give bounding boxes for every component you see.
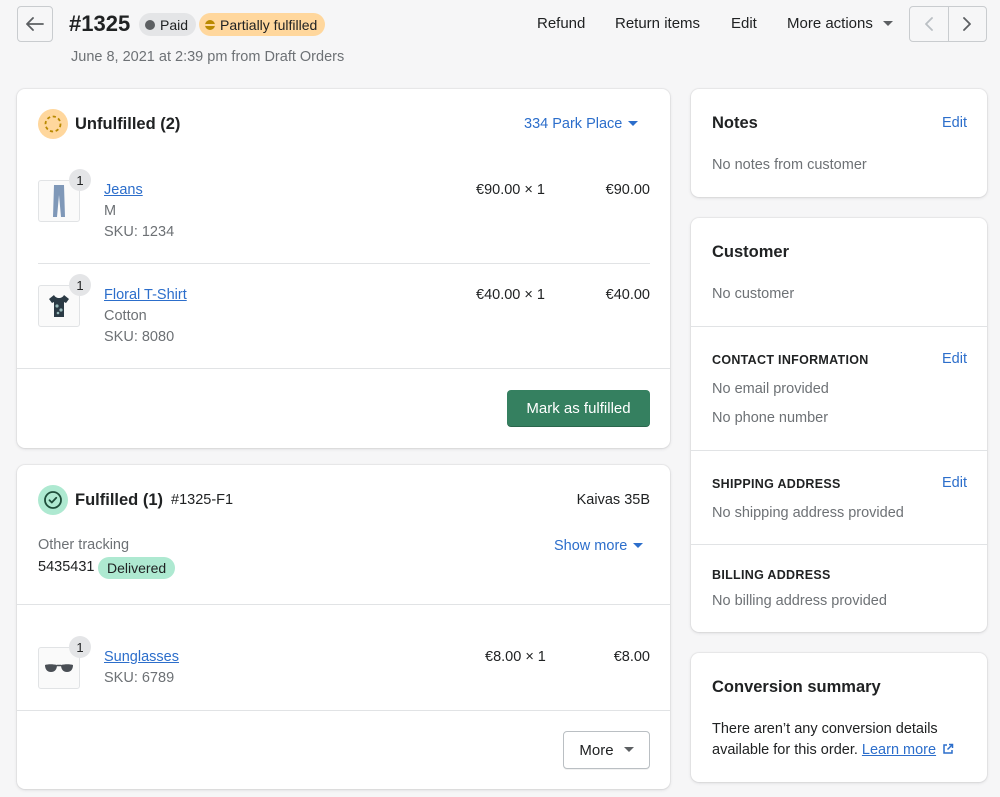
customer-card: Customer No customer CONTACT INFORMATION… [691,218,987,632]
edit-shipping-address-button[interactable]: Edit [942,475,967,491]
quantity-badge: 1 [69,274,91,296]
fulfillment-status-label: Partially fulfilled [220,16,318,33]
page-header: #1325 Paid Partially fulfilled June 8, 2… [0,0,1000,80]
arrow-left-icon [26,17,44,31]
fulfilled-card: Fulfilled (1) #1325-F1 Kaivas 35B Other … [17,465,670,789]
customer-title: Customer [712,243,790,261]
unfulfilled-title: Unfulfilled (2) [75,115,181,133]
more-actions-button[interactable]: More actions [787,15,893,32]
product-variant: Cotton [104,308,147,324]
unfulfilled-icon [38,109,68,139]
order-pagination [909,6,987,42]
mark-as-fulfilled-button[interactable]: Mark as fulfilled [507,390,650,427]
tracking-number[interactable]: 5435431 [38,559,94,575]
previous-order-button[interactable] [910,7,949,41]
order-number: #1325 [69,11,131,36]
caret-down-icon [623,746,634,752]
edit-contact-button[interactable]: Edit [942,351,967,367]
chevron-left-icon [924,17,933,31]
external-link-icon [943,743,954,754]
payment-status-label: Paid [160,16,189,33]
caret-down-icon [628,120,639,126]
back-button[interactable] [17,6,53,42]
product-variant: M [104,203,117,219]
more-actions-label: More actions [787,15,873,32]
section-divider [691,326,987,327]
delivered-badge: Delivered [98,557,176,579]
product-link[interactable]: Sunglasses [104,649,179,665]
location-label: 334 Park Place [524,116,623,132]
footer-divider [17,368,670,369]
notes-title: Notes [712,114,758,132]
fulfillment-location: Kaivas 35B [576,492,650,508]
paid-dot-icon [145,19,155,30]
line-total: €8.00 [613,649,650,665]
conversion-body-line2: available for this order. Learn more [712,742,954,758]
item-divider [38,263,650,264]
caret-down-icon [882,20,893,26]
product-link[interactable]: Floral T-Shirt [104,287,187,303]
show-more-label: Show more [554,538,628,554]
product-link[interactable]: Jeans [104,182,143,198]
quantity-badge: 1 [69,636,91,658]
conversion-body-text: available for this order. [712,742,858,758]
contact-phone: No phone number [712,410,829,426]
conversion-body-line1: There aren’t any conversion details [712,721,938,737]
return-items-button[interactable]: Return items [615,15,700,32]
unit-price: €8.00 × 1 [485,649,546,665]
section-divider [17,604,670,605]
chevron-right-icon [963,17,972,31]
unfulfilled-card: Unfulfilled (2) 334 Park Place 1 Jeans M… [17,89,670,448]
fulfillment-status-badge: Partially fulfilled [199,13,326,36]
billing-address-heading: BILLING ADDRESS [712,568,831,582]
unit-price: €40.00 × 1 [476,287,545,303]
caret-down-icon [633,542,644,548]
more-button-label: More [579,741,614,759]
customer-body: No customer [712,286,795,302]
contact-information-heading: CONTACT INFORMATION [712,353,869,367]
conversion-title: Conversion summary [712,678,881,696]
partial-dot-icon [205,19,215,30]
fulfilled-icon [38,485,68,515]
learn-more-link[interactable]: Learn more [862,742,936,758]
section-divider [691,544,987,545]
more-button[interactable]: More [563,731,650,769]
product-sku: SKU: 6789 [104,670,175,686]
conversion-summary-card: Conversion summary There aren’t any conv… [691,653,987,782]
billing-address-body: No billing address provided [712,593,887,609]
fulfilled-title: Fulfilled (1) [75,491,163,509]
jeans-icon [53,185,65,217]
line-total: €40.00 [605,287,650,303]
notes-body: No notes from customer [712,157,867,173]
tshirt-icon [49,295,69,317]
edit-notes-button[interactable]: Edit [942,115,967,131]
next-order-button[interactable] [949,7,987,41]
fulfillment-id: #1325-F1 [171,492,234,508]
product-sku: SKU: 1234 [104,224,175,240]
refund-button[interactable]: Refund [537,15,585,32]
shipping-address-body: No shipping address provided [712,505,904,521]
edit-order-button[interactable]: Edit [731,15,757,32]
payment-status-badge: Paid [139,13,197,36]
line-total: €90.00 [605,182,650,198]
order-date-source: June 8, 2021 at 2:39 pm from Draft Order… [71,49,345,65]
section-divider [691,450,987,451]
sunglasses-icon [45,664,73,672]
notes-card: Notes Edit No notes from customer [691,89,987,197]
tracking-label: Other tracking [38,537,130,553]
unit-price: €90.00 × 1 [476,182,545,198]
unfulfilled-location-selector[interactable]: 334 Park Place [524,116,639,132]
shipping-address-heading: SHIPPING ADDRESS [712,477,841,491]
contact-email: No email provided [712,381,829,397]
footer-divider [17,710,670,711]
show-more-button[interactable]: Show more [554,538,644,554]
quantity-badge: 1 [69,169,91,191]
product-sku: SKU: 8080 [104,329,175,345]
